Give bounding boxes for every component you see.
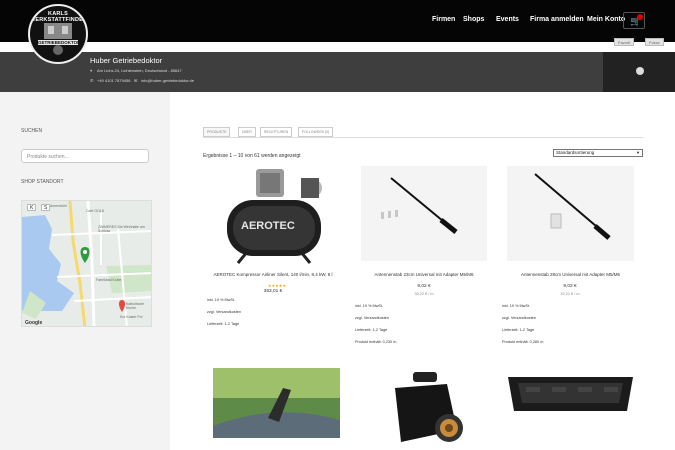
map-label: ZIMMERES Die Weinhalle am Schloss [98, 225, 145, 233]
product-title[interactable]: Antennenstab 23cm Universal mit Adapter … [361, 272, 487, 277]
sort-selected: Standardsortierung [556, 150, 595, 155]
product-info: Lieferzeit: 1-2 Tage [355, 328, 388, 332]
map-label: Café GOLD [86, 209, 105, 213]
product-title[interactable]: AEROTEC Kompressor Airliner Silent, 140 … [203, 272, 343, 277]
product-image[interactable] [213, 368, 340, 438]
car-antenna-image [213, 368, 340, 438]
shop-location-map[interactable]: K S Amernbühl Café GOLD ZIMMERES Die Wei… [21, 200, 152, 327]
antenna-image [381, 177, 458, 234]
product-price: 9,02 € [417, 284, 431, 289]
product-info: zzgl. Versandkosten [355, 316, 389, 320]
google-logo: Google [25, 320, 43, 326]
product-info: zzgl. Versandkosten [207, 310, 241, 314]
compressor-brand: AEROTEC [241, 220, 295, 232]
shop-address: Am Lichs 24, Lichtenstein, Deutschland -… [97, 68, 182, 73]
product-image[interactable] [506, 373, 635, 415]
cart-badge [637, 14, 643, 20]
product-image[interactable] [361, 166, 487, 261]
antenna-image [534, 173, 611, 240]
product-image[interactable]: AEROTEC [211, 166, 336, 266]
results-count: Ergebnisse 1 – 10 von 61 werden angezeig… [203, 153, 301, 159]
nav-firmen[interactable]: Firmen [432, 16, 455, 23]
follow-button[interactable]: Folow [645, 38, 664, 46]
map-heading: SHOP STANDORT [21, 179, 64, 185]
tray-image [508, 377, 633, 411]
logo-emblem-icon [44, 23, 72, 55]
tab-produkte[interactable]: PRODUKTE [203, 127, 231, 137]
compressor-image: AEROTEC [227, 169, 322, 264]
tab-recepturen[interactable]: RECEPTUREN [260, 127, 293, 137]
logo-subtitle: GETRIEBEDOKTOR [38, 40, 81, 45]
product-info: Produkt enthält: 0,280 m [502, 340, 544, 344]
map-button-s[interactable]: S [41, 204, 51, 211]
product-info: Lieferzeit: 1-2 Tage [207, 322, 240, 326]
socket-image [395, 372, 463, 442]
tab-followers[interactable]: FOLLOWERS (0) [298, 127, 334, 137]
site-logo[interactable]: KARLS WERKSTATTFINDER GETRIEBEDOKTOR [28, 4, 88, 64]
rating-stars: ★★★★★ [268, 283, 286, 288]
map-label: Fabrikbad Kolbe [96, 278, 122, 282]
nav-events[interactable]: Events [496, 16, 519, 23]
tab-divider [203, 137, 643, 138]
tab-ueber[interactable]: ÜBER [238, 127, 256, 137]
product-info: Lieferzeit: 1-2 Tage [502, 328, 535, 332]
settings-dot-icon[interactable] [636, 67, 644, 75]
search-heading: SUCHEN [21, 128, 43, 134]
location-icon: ⌖ [90, 68, 93, 73]
unit-price: 32,21 € / m [560, 292, 580, 296]
map-label: Kur Kaiser Pol [120, 315, 143, 319]
product-search-input[interactable]: Produkte suchen… [21, 149, 149, 163]
shop-email[interactable]: info@huber-getriebedoktor.de [141, 78, 194, 83]
product-price: 9,02 € [563, 284, 577, 289]
nav-mein-konto[interactable]: Mein Konto [587, 16, 625, 23]
shop-title: Huber Getriebedoktor [90, 56, 163, 65]
nav-firma-anmelden[interactable]: Firma anmelden [530, 16, 584, 23]
shop-phone[interactable]: +49 4101 7879456 [97, 78, 130, 83]
mail-icon: ✉ [134, 78, 138, 83]
product-info: inkl. 19 % MwSt. [355, 304, 384, 308]
product-info: inkl. 19 % MwSt. [502, 304, 531, 308]
map-label: Amernbühl [50, 204, 67, 208]
map-button-k[interactable]: K [27, 204, 37, 211]
product-info: inkl. 19 % MwSt. [207, 298, 236, 302]
product-image[interactable] [507, 166, 634, 261]
nav-shops[interactable]: Shops [463, 16, 484, 23]
phone-icon: ✆ [90, 78, 94, 83]
favorit-button[interactable]: Favorit [614, 38, 635, 46]
product-info: Produkt enthält: 0,230 m [355, 340, 397, 344]
product-title[interactable]: Antennenstab 28cm Universal mit Adapter … [507, 272, 634, 277]
chevron-down-icon: ▼ [636, 150, 640, 155]
cart-button[interactable]: 🛒 [623, 12, 645, 29]
product-image[interactable] [373, 370, 473, 450]
unit-price: 39,22 € / m [414, 292, 434, 296]
map-label: Katholische Kirche [126, 302, 145, 310]
product-info: zzgl. Versandkosten [502, 316, 536, 320]
product-price: 353,01 € [263, 289, 283, 294]
sort-select[interactable]: Standardsortierung ▼ [553, 149, 643, 157]
